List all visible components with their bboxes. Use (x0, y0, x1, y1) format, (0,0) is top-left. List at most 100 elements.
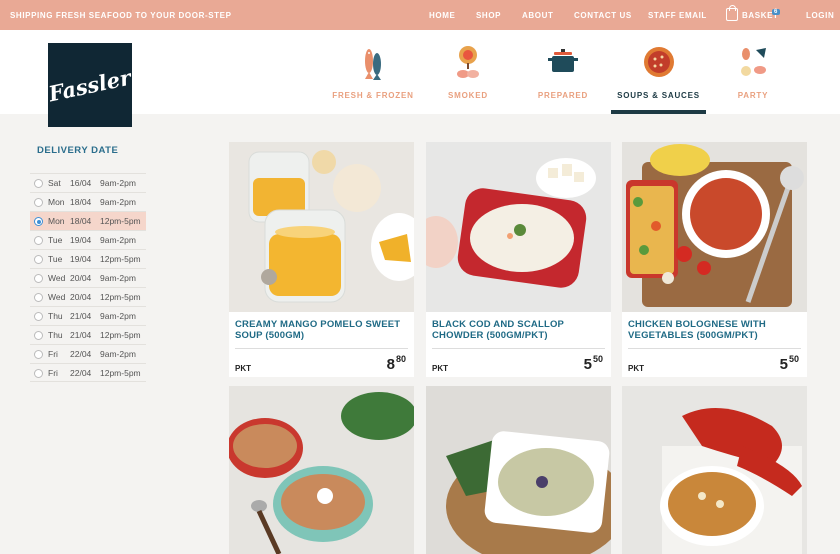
header: Fassler FRESH & FROZEN SMOKED PREPARED S… (0, 30, 840, 127)
nav-home-link[interactable]: HOME (429, 11, 455, 20)
category-smoked[interactable]: SMOKED (430, 30, 506, 114)
radio-button[interactable] (34, 312, 43, 321)
login-link[interactable]: LOGIN (806, 11, 834, 20)
product-price: 880 (386, 354, 406, 373)
product-card[interactable] (426, 386, 611, 554)
delivery-slot[interactable]: Wed 20/04 9am-2pm (30, 268, 146, 287)
product-image (622, 142, 807, 312)
divider (628, 348, 801, 349)
smoked-salmon-icon (457, 46, 479, 78)
slot-day: Sat (48, 178, 61, 188)
shipping-banner: SHIPPING FRESH SEAFOOD TO YOUR DOOR-STEP (10, 11, 232, 20)
price-main: 8 (386, 356, 395, 373)
fassler-logo[interactable]: Fassler (46, 43, 134, 127)
category-label: PARTY (737, 91, 769, 100)
delivery-slot-list: Sat 16/04 9am-2pm Mon 18/04 9am-2pm Mon 18/04 12… (30, 173, 146, 382)
category-soups-sauces[interactable]: SOUPS & SAUCES (611, 30, 706, 114)
product-unit: PKT (628, 364, 644, 373)
slot-time: 12pm-5pm (100, 292, 141, 302)
nav-contact-link[interactable]: CONTACT US (574, 11, 632, 20)
product-image (229, 386, 414, 554)
category-label: FRESH & FROZEN (332, 91, 414, 100)
slot-day: Tue (48, 235, 63, 245)
product-card[interactable] (622, 386, 807, 554)
slot-day: Fri (48, 368, 58, 378)
slot-time: 9am-2pm (100, 273, 136, 283)
radio-button[interactable] (34, 217, 43, 226)
radio-button[interactable] (34, 198, 43, 207)
slot-date: 22/04 (70, 368, 92, 378)
slot-day: Fri (48, 349, 58, 359)
radio-button[interactable] (34, 331, 43, 340)
product-image (229, 142, 414, 312)
slot-date: 19/04 (70, 254, 92, 264)
slot-day: Wed (48, 273, 66, 283)
product-card[interactable]: CREAMY MANGO POMELO SWEET SOUP (500GM) P… (229, 142, 414, 377)
category-party[interactable]: PARTY (720, 30, 786, 114)
radio-button[interactable] (34, 293, 43, 302)
basket-icon (726, 5, 738, 21)
slot-day: Mon (48, 197, 65, 207)
slot-time: 12pm-5pm (100, 254, 141, 264)
radio-button[interactable] (34, 255, 43, 264)
slot-time: 9am-2pm (100, 178, 136, 188)
delivery-slot[interactable]: Fri 22/04 12pm-5pm (30, 363, 146, 382)
product-card[interactable]: BLACK COD AND SCALLOP CHOWDER (500GM/PKT… (426, 142, 611, 377)
fish-icon (365, 49, 381, 80)
product-image (426, 386, 611, 554)
product-image (426, 142, 611, 312)
nav-staff-email-link[interactable]: STAFF EMAIL (648, 11, 707, 20)
pot-icon (548, 49, 578, 72)
slot-day: Wed (48, 292, 66, 302)
slot-time: 12pm-5pm (100, 330, 141, 340)
product-unit: PKT (235, 364, 251, 373)
product-card[interactable]: CHICKEN BOLOGNESE WITH VEGETABLES (500GM… (622, 142, 807, 377)
slot-date: 22/04 (70, 349, 92, 359)
product-card[interactable] (229, 386, 414, 554)
nav-shop-link[interactable]: SHOP (476, 11, 501, 20)
delivery-slot[interactable]: Sat 16/04 9am-2pm (30, 173, 146, 192)
basket-button[interactable]: BASKET 6 (726, 5, 790, 24)
slot-day: Tue (48, 254, 63, 264)
radio-button[interactable] (34, 369, 43, 378)
logo-text: Fassler (46, 64, 134, 106)
slot-time: 12pm-5pm (100, 368, 141, 378)
slot-time: 9am-2pm (100, 235, 136, 245)
product-price: 550 (779, 354, 799, 373)
soup-bowl-icon (643, 47, 674, 77)
slot-date: 16/04 (70, 178, 92, 188)
category-fresh-frozen[interactable]: FRESH & FROZEN (330, 30, 416, 114)
delivery-date-panel: DELIVERY DATE Sat 16/04 9am-2pm Mon 18/04 9am… (30, 145, 146, 382)
delivery-slot[interactable]: Thu 21/04 9am-2pm (30, 306, 146, 325)
slot-time: 9am-2pm (100, 349, 136, 359)
slot-date: 20/04 (70, 273, 92, 283)
product-title: BLACK COD AND SCALLOP CHOWDER (500GM/PKT… (432, 319, 564, 341)
top-bar: SHIPPING FRESH SEAFOOD TO YOUR DOOR-STEP… (0, 0, 840, 30)
price-cents: 80 (395, 354, 406, 364)
radio-button[interactable] (34, 274, 43, 283)
product-unit: PKT (432, 364, 448, 373)
slot-day: Thu (48, 330, 63, 340)
delivery-slot[interactable]: Mon 18/04 12pm-5pm (30, 211, 146, 230)
delivery-slot[interactable]: Fri 22/04 9am-2pm (30, 344, 146, 363)
slot-time: 9am-2pm (100, 311, 136, 321)
radio-button[interactable] (34, 179, 43, 188)
slot-date: 21/04 (70, 330, 92, 340)
price-cents: 50 (592, 354, 603, 364)
slot-date: 20/04 (70, 292, 92, 302)
category-label: PREPARED (537, 91, 589, 100)
nav-about-link[interactable]: ABOUT (522, 11, 553, 20)
category-prepared[interactable]: PREPARED (522, 30, 604, 114)
radio-button[interactable] (34, 350, 43, 359)
radio-button[interactable] (34, 236, 43, 245)
basket-count-badge: 6 (772, 9, 780, 15)
delivery-slot[interactable]: Tue 19/04 9am-2pm (30, 230, 146, 249)
delivery-slot[interactable]: Wed 20/04 12pm-5pm (30, 287, 146, 306)
product-image (622, 386, 807, 554)
slot-date: 18/04 (70, 197, 92, 207)
price-main: 5 (779, 356, 788, 373)
delivery-slot[interactable]: Mon 18/04 9am-2pm (30, 192, 146, 211)
slot-date: 18/04 (70, 216, 92, 226)
delivery-slot[interactable]: Tue 19/04 12pm-5pm (30, 249, 146, 268)
delivery-slot[interactable]: Thu 21/04 12pm-5pm (30, 325, 146, 344)
